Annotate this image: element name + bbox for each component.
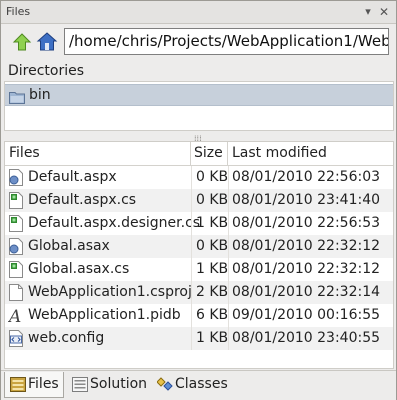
file-name: Global.asax <box>28 238 110 254</box>
csharp-file-icon <box>8 215 24 232</box>
window-title: Files <box>6 5 31 18</box>
file-name: WebApplication1.csproj <box>28 284 192 300</box>
toolbar: /home/chris/Projects/WebApplication1/Web… <box>1 24 396 60</box>
tab-solution[interactable]: Solution <box>67 372 149 398</box>
csharp-file-icon <box>8 261 24 278</box>
dock-menu-button[interactable]: ▾ <box>361 5 375 19</box>
directory-label: bin <box>29 87 51 103</box>
files-tab-icon <box>10 377 26 396</box>
font-file-icon: A <box>7 307 24 327</box>
column-header-size[interactable]: Size <box>191 142 228 166</box>
file-name: WebApplication1.pidb <box>28 307 181 323</box>
svg-text:A: A <box>8 307 21 324</box>
file-name: Default.aspx.designer.cs <box>28 215 201 231</box>
up-arrow-icon[interactable] <box>11 31 33 53</box>
directories-list[interactable]: bin <box>4 81 394 131</box>
file-modified: 08/01/2010 22:32:12 <box>232 238 381 254</box>
solution-tab-icon <box>72 377 88 396</box>
table-row[interactable]: A WebApplication1.pidb 6 KB 09/01/2010 0… <box>5 304 393 327</box>
bottom-tab-bar: Files Solution Classes <box>1 370 396 400</box>
column-header-last-modified[interactable]: Last modified <box>228 142 393 166</box>
file-modified: 08/01/2010 22:56:53 <box>232 215 381 231</box>
file-size: 2 KB <box>196 284 229 300</box>
classes-tab-icon <box>156 377 173 396</box>
tab-label: Classes <box>175 376 228 392</box>
tab-label: Solution <box>90 376 148 392</box>
directories-header: Directories <box>8 63 85 79</box>
folder-icon <box>9 89 25 108</box>
file-size: 1 KB <box>196 215 229 231</box>
file-size: 0 KB <box>196 169 229 185</box>
csharp-file-icon <box>8 192 24 209</box>
directory-item-bin[interactable]: bin <box>5 84 393 106</box>
file-size: 0 KB <box>196 238 229 254</box>
column-header-files[interactable]: Files <box>5 142 191 166</box>
tab-files[interactable]: Files <box>4 372 64 398</box>
table-row[interactable]: Global.asax.cs 1 KB 08/01/2010 22:32:12 <box>5 258 393 281</box>
aspx-file-icon <box>8 169 24 186</box>
file-modified: 08/01/2010 22:32:12 <box>232 261 381 277</box>
file-name: Global.asax.cs <box>28 261 130 277</box>
file-size: 1 KB <box>196 261 229 277</box>
asax-file-icon <box>8 238 24 255</box>
tab-classes[interactable]: Classes <box>152 372 232 398</box>
file-name: Default.aspx.cs <box>28 192 137 208</box>
close-button[interactable]: ✕ <box>377 5 391 19</box>
file-modified: 08/01/2010 22:56:03 <box>232 169 381 185</box>
table-row[interactable]: web.config 1 KB 08/01/2010 23:40:55 <box>5 327 393 350</box>
file-size: 0 KB <box>196 192 229 208</box>
path-field[interactable]: /home/chris/Projects/WebApplication1/Web… <box>64 28 389 55</box>
title-bar: Files ▾ ✕ <box>1 1 396 24</box>
tab-label: Files <box>28 376 59 392</box>
table-row[interactable]: Global.asax 0 KB 08/01/2010 22:32:12 <box>5 235 393 258</box>
file-name: Default.aspx <box>28 169 117 185</box>
file-modified: 08/01/2010 23:41:40 <box>232 192 381 208</box>
files-pad-window: Files ▾ ✕ /home/chris/Projects/WebApplic… <box>0 0 397 400</box>
table-row[interactable]: Default.aspx.cs 0 KB 08/01/2010 23:41:40 <box>5 189 393 212</box>
file-size: 6 KB <box>196 307 229 323</box>
generic-file-icon <box>8 284 24 301</box>
table-row[interactable]: Default.aspx.designer.cs 1 KB 08/01/2010… <box>5 212 393 235</box>
config-file-icon <box>8 330 24 347</box>
file-modified: 08/01/2010 22:32:14 <box>232 284 381 300</box>
file-size: 1 KB <box>196 330 229 346</box>
files-table: Files Size Last modified Default.aspx 0 … <box>4 141 394 369</box>
file-modified: 08/01/2010 23:40:55 <box>232 330 381 346</box>
table-row[interactable]: Default.aspx 0 KB 08/01/2010 22:56:03 <box>5 166 393 189</box>
file-name: web.config <box>28 330 105 346</box>
home-icon[interactable] <box>36 31 58 53</box>
table-row[interactable]: WebApplication1.csproj 2 KB 08/01/2010 2… <box>5 281 393 304</box>
file-modified: 09/01/2010 00:16:55 <box>232 307 381 323</box>
